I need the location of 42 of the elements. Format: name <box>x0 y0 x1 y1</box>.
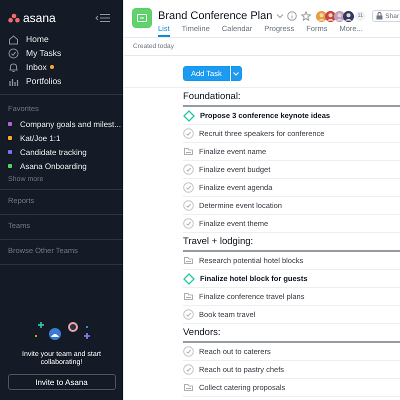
check-circle-icon <box>183 182 194 193</box>
subtasks-icon <box>183 255 194 266</box>
notification-dot <box>50 65 54 69</box>
nav-item[interactable]: Portfolios <box>0 74 123 88</box>
subtasks-icon <box>183 382 194 393</box>
section-header: Travel + lodging: <box>183 233 400 252</box>
star-icon <box>301 11 312 21</box>
check-circle-icon <box>183 218 194 229</box>
milestone-diamond-icon <box>183 272 195 284</box>
dropdown-button[interactable] <box>230 66 242 81</box>
subtasks-icon <box>183 146 194 157</box>
project-icon <box>132 8 152 28</box>
check-circle-icon <box>183 364 194 375</box>
favorite-item[interactable]: Kat/Joe 1:1 <box>0 131 123 145</box>
nav-item[interactable]: Inbox <box>0 60 123 74</box>
avatar <box>343 10 354 22</box>
check-circle-icon <box>183 164 194 175</box>
check-circle-icon <box>183 128 194 139</box>
bell-icon <box>8 62 19 72</box>
nav-item[interactable]: Home <box>0 32 123 46</box>
info-icon <box>287 11 298 21</box>
nav-item[interactable]: My Tasks <box>0 46 123 60</box>
logo-text: asana <box>23 11 56 25</box>
invite-button[interactable]: Invite to Asana <box>8 374 116 390</box>
caret-icon <box>276 13 284 19</box>
check-circle-icon <box>8 48 19 58</box>
milestone-diamond-icon <box>183 110 195 122</box>
collapse-menu-icon <box>95 13 111 23</box>
subtasks-icon <box>183 291 194 302</box>
caret-icon <box>233 72 240 76</box>
logo-icon <box>8 13 20 23</box>
check-circle-icon <box>183 200 194 211</box>
check-circle-icon <box>183 309 194 320</box>
favorite-item[interactable]: Candidate tracking <box>0 145 123 159</box>
project-title: Brand Conference Plan <box>158 10 272 22</box>
section-header: Vendors: <box>183 324 400 343</box>
home-icon <box>8 34 19 44</box>
check-circle-icon <box>183 346 194 357</box>
section-header: Foundational: <box>183 88 400 107</box>
lock-icon <box>376 12 384 20</box>
favorite-item[interactable]: Company goals and milest... <box>0 117 123 131</box>
favorite-item[interactable]: Asana Onboarding <box>0 159 123 173</box>
